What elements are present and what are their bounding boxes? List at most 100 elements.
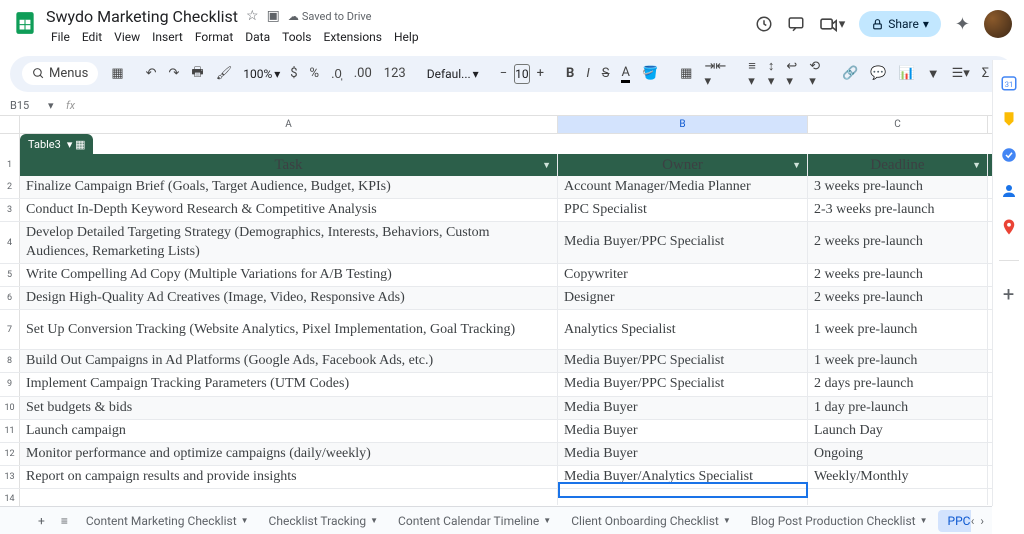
undo-icon[interactable]: ↶ [141,62,162,85]
col-header-a[interactable]: A [20,116,558,133]
chevron-down-icon[interactable]: ▼ [543,516,551,525]
cell-deadline[interactable]: 1 week pre-launch [808,310,988,349]
col-header-c[interactable]: C [808,116,988,133]
menu-help[interactable]: Help [389,28,424,46]
row-header[interactable]: 10 [0,397,20,419]
fill-color-icon[interactable]: 🪣 [637,62,663,85]
keep-icon[interactable] [1000,110,1018,128]
row-header[interactable]: 13 [0,466,20,488]
paint-format-icon[interactable]: 🖌 [211,62,238,85]
filter-icon[interactable]: ▼ [922,62,945,86]
row-header[interactable]: 14 [0,489,20,506]
sheet-tab[interactable]: Client Onboarding Checklist▼ [561,510,741,532]
meet-icon[interactable]: ▾ [819,16,846,32]
sheet-tab[interactable]: Checklist Tracking▼ [259,510,389,532]
link-icon[interactable]: 🔗 [837,62,863,85]
cell-deadline[interactable]: 2 weeks pre-launch [808,287,988,309]
cell-deadline[interactable]: 3 weeks pre-launch [808,176,988,198]
header-deadline[interactable]: Deadline▼ [808,154,988,176]
cell-owner[interactable]: Media Buyer/Analytics Specialist [558,466,808,488]
cell-task[interactable]: Conduct In-Depth Keyword Research & Comp… [20,199,558,221]
cell-deadline[interactable]: Ongoing [808,443,988,465]
row-header[interactable]: 3 [0,199,20,221]
redo-icon[interactable]: ↷ [164,62,185,85]
header-task[interactable]: Task▼ [20,154,558,176]
cell-task[interactable]: Launch campaign [20,420,558,442]
filter-views-icon[interactable]: ☰▾ [947,62,975,85]
menu-format[interactable]: Format [190,28,238,46]
name-box[interactable]: B15 [6,99,48,112]
chevron-down-icon[interactable]: ▼ [792,160,801,170]
select-all-cell[interactable] [0,116,20,133]
cell-task[interactable]: Develop Detailed Targeting Strategy (Dem… [20,222,558,262]
cell-deadline[interactable]: 1 day pre-launch [808,397,988,419]
cell-deadline[interactable]: 2 weeks pre-launch [808,222,988,262]
scroll-tabs-left-icon[interactable]: ‹ [971,514,975,528]
cell-owner[interactable]: Media Buyer/PPC Specialist [558,222,808,262]
increase-decimal-icon[interactable]: .00 [349,62,377,85]
borders-icon[interactable]: ▦ [675,62,697,85]
col-header-b[interactable]: B [558,116,808,133]
star-icon[interactable]: ☆ [246,8,259,24]
bold-icon[interactable]: B [561,62,579,85]
scroll-tabs-right-icon[interactable]: › [980,514,984,528]
menu-file[interactable]: File [46,28,75,46]
table-grid-icon[interactable]: ▦ [106,62,128,85]
currency-icon[interactable]: $ [285,62,302,85]
cell-task[interactable]: Design High-Quality Ad Creatives (Image,… [20,287,558,309]
merge-icon[interactable]: ⇥⇤ ▾ [699,55,731,93]
cell-owner[interactable]: Media Buyer/PPC Specialist [558,350,808,372]
chevron-down-icon[interactable]: ▼ [972,160,981,170]
cell-owner[interactable]: Media Buyer [558,397,808,419]
cell-owner[interactable]: Account Manager/Media Planner [558,176,808,198]
name-box-dropdown[interactable]: ▾ [48,99,58,112]
row-header[interactable]: 2 [0,176,20,198]
cell-owner[interactable]: Media Buyer [558,420,808,442]
font-select[interactable]: Defaul... ▾ [423,65,483,83]
percent-icon[interactable]: % [305,62,325,85]
header-owner[interactable]: Owner▼ [558,154,808,176]
cell-task[interactable]: Implement Campaign Tracking Parameters (… [20,373,558,395]
cell-deadline[interactable]: 2-3 weeks pre-launch [808,199,988,221]
chevron-down-icon[interactable]: ▼ [241,516,249,525]
zoom-select[interactable]: 100% ▾ [239,65,273,83]
chevron-down-icon[interactable]: ▼ [920,516,928,525]
add-sheet-icon[interactable]: + [30,510,53,532]
cell-task[interactable]: Finalize Campaign Brief (Goals, Target A… [20,176,558,198]
menu-insert[interactable]: Insert [147,28,188,46]
row-header[interactable]: 9 [0,373,20,395]
cell-deadline[interactable]: Weekly/Monthly [808,466,988,488]
italic-icon[interactable]: I [581,62,594,85]
add-addons-icon[interactable]: + [1000,285,1018,303]
row-header[interactable]: 6 [0,287,20,309]
decrease-font-icon[interactable]: − [495,62,512,85]
cell-deadline[interactable]: 2 weeks pre-launch [808,264,988,286]
v-align-icon[interactable]: ↕ ▾ [763,54,780,93]
font-size-input[interactable]: 10 [514,64,530,84]
decrease-decimal-icon[interactable]: .0̩ [326,62,347,86]
cell-owner[interactable]: Designer [558,287,808,309]
row-header[interactable]: 7 [0,310,20,349]
cell-owner[interactable]: Analytics Specialist [558,310,808,349]
maps-icon[interactable] [1000,218,1018,236]
tasks-icon[interactable] [1000,146,1018,164]
cell-deadline[interactable]: Launch Day [808,420,988,442]
sheet-tab[interactable]: Blog Post Production Checklist▼ [741,510,938,532]
increase-font-icon[interactable]: + [532,62,549,85]
rotate-icon[interactable]: ⟲ ▾ [804,55,825,93]
menu-extensions[interactable]: Extensions [319,28,387,46]
table-chip[interactable]: Table3 ▾ ▦ [20,134,93,154]
sheets-logo[interactable] [12,10,38,36]
cell-task[interactable]: Write Compelling Ad Copy (Multiple Varia… [20,264,558,286]
menu-tools[interactable]: Tools [277,28,316,46]
cell-owner[interactable]: Media Buyer [558,443,808,465]
more-formats-icon[interactable]: 123 [379,62,411,85]
h-align-icon[interactable]: ≡ ▾ [743,54,761,93]
row-header[interactable] [0,134,20,154]
strike-icon[interactable]: S [597,62,615,85]
cell-deadline[interactable]: 2 days pre-launch [808,373,988,395]
cell-task[interactable]: Monitor performance and optimize campaig… [20,443,558,465]
chevron-down-icon[interactable]: ▼ [370,516,378,525]
contacts-icon[interactable] [1000,182,1018,200]
cell[interactable] [20,489,558,505]
